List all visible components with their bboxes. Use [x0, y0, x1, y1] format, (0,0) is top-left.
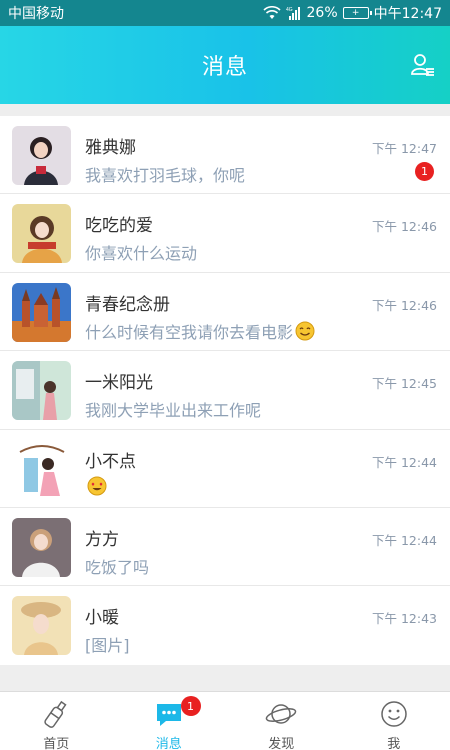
conversation-row[interactable]: 雅典娜 我喜欢打羽毛球，你呢 下午 12:47 1 — [0, 116, 450, 195]
bottom-tab-bar: 首页 消息 1 发现 我 — [0, 691, 450, 750]
tab-messages[interactable]: 消息 1 — [113, 692, 226, 750]
last-message: [图片] — [85, 636, 130, 656]
svg-text:4G: 4G — [286, 7, 293, 13]
message-time: 下午 12:46 — [372, 297, 437, 313]
conversation-row[interactable]: 方方 吃饭了吗 下午 12:44 — [0, 508, 450, 587]
avatar[interactable] — [12, 126, 71, 185]
conversation-list: 雅典娜 我喜欢打羽毛球，你呢 下午 12:47 1 吃吃的爱 你喜欢什么运动 下… — [0, 116, 450, 665]
contact-name: 雅典娜 — [85, 138, 136, 158]
smile-emoji — [295, 321, 315, 341]
status-indicators: 4G 26% + 中午12:47 — [262, 3, 442, 23]
message-time: 下午 12:47 — [372, 141, 437, 156]
tab-label: 发现 — [268, 737, 295, 750]
contact-name: 小暖 — [85, 608, 119, 629]
bottle-icon — [40, 698, 72, 730]
last-message: 我刚大学毕业出来工作呢 — [85, 401, 262, 421]
contact-name: 小不点 — [85, 451, 136, 472]
conversation-row[interactable]: 小不点 下午 12:44 — [0, 430, 450, 508]
status-bar: 中国移动 4G 26% + 中午12:47 — [0, 0, 450, 26]
last-message — [85, 476, 107, 496]
contact-name: 方方 — [85, 529, 119, 550]
contact-name: 一米阳光 — [85, 373, 153, 394]
contact-name: 青春纪念册 — [85, 294, 170, 315]
tab-discover[interactable]: 发现 — [225, 692, 338, 750]
tab-me[interactable]: 我 — [338, 692, 450, 750]
battery-icon: + — [342, 7, 372, 19]
signal-icon: 4G — [286, 6, 302, 20]
tab-label: 首页 — [43, 737, 70, 750]
conversation-row[interactable]: 一米阳光 我刚大学毕业出来工作呢 下午 12:45 — [0, 351, 450, 430]
unread-badge: 1 — [415, 162, 434, 181]
avatar[interactable] — [12, 361, 71, 421]
planet-icon — [265, 698, 297, 730]
smiley-face-icon — [378, 698, 410, 730]
message-time: 下午 12:44 — [372, 532, 437, 548]
last-message: 你喜欢什么运动 — [85, 244, 198, 264]
last-message: 吃饭了吗 — [85, 557, 150, 577]
wifi-icon — [262, 6, 281, 20]
page-title: 消息 — [201, 55, 248, 80]
avatar[interactable] — [12, 596, 71, 656]
avatar[interactable] — [12, 517, 71, 577]
avatar[interactable] — [12, 282, 71, 342]
chat-bubble-icon — [153, 698, 185, 730]
message-time: 下午 12:46 — [372, 219, 437, 235]
clock: 中午12:47 — [373, 6, 442, 22]
message-time: 下午 12:43 — [372, 611, 437, 627]
tab-label: 消息 — [155, 737, 182, 750]
conversation-row[interactable]: 吃吃的爱 你喜欢什么运动 下午 12:46 — [0, 194, 450, 273]
message-time: 下午 12:45 — [372, 376, 437, 392]
carrier-name: 中国移动 — [8, 6, 64, 22]
avatar[interactable] — [12, 204, 71, 264]
last-message: 我喜欢打羽毛球，你呢 — [85, 166, 246, 185]
heart-eyes-emoji — [87, 476, 107, 496]
tab-home[interactable]: 首页 — [0, 692, 113, 750]
battery-percent: 26% — [306, 5, 338, 21]
unread-badge: 1 — [180, 696, 201, 716]
contact-name: 吃吃的爱 — [85, 216, 153, 237]
tab-label: 我 — [387, 737, 401, 750]
contacts-icon[interactable] — [410, 52, 436, 78]
app-header: 消息 — [0, 26, 450, 104]
conversation-row[interactable]: 小暖 [图片] 下午 12:43 — [0, 586, 450, 664]
last-message: 什么时候有空我请你去看电影 — [85, 319, 315, 343]
message-time: 下午 12:44 — [372, 454, 437, 470]
conversation-row[interactable]: 青春纪念册 什么时候有空我请你去看电影 下午 12:46 — [0, 273, 450, 352]
avatar[interactable] — [12, 439, 71, 499]
